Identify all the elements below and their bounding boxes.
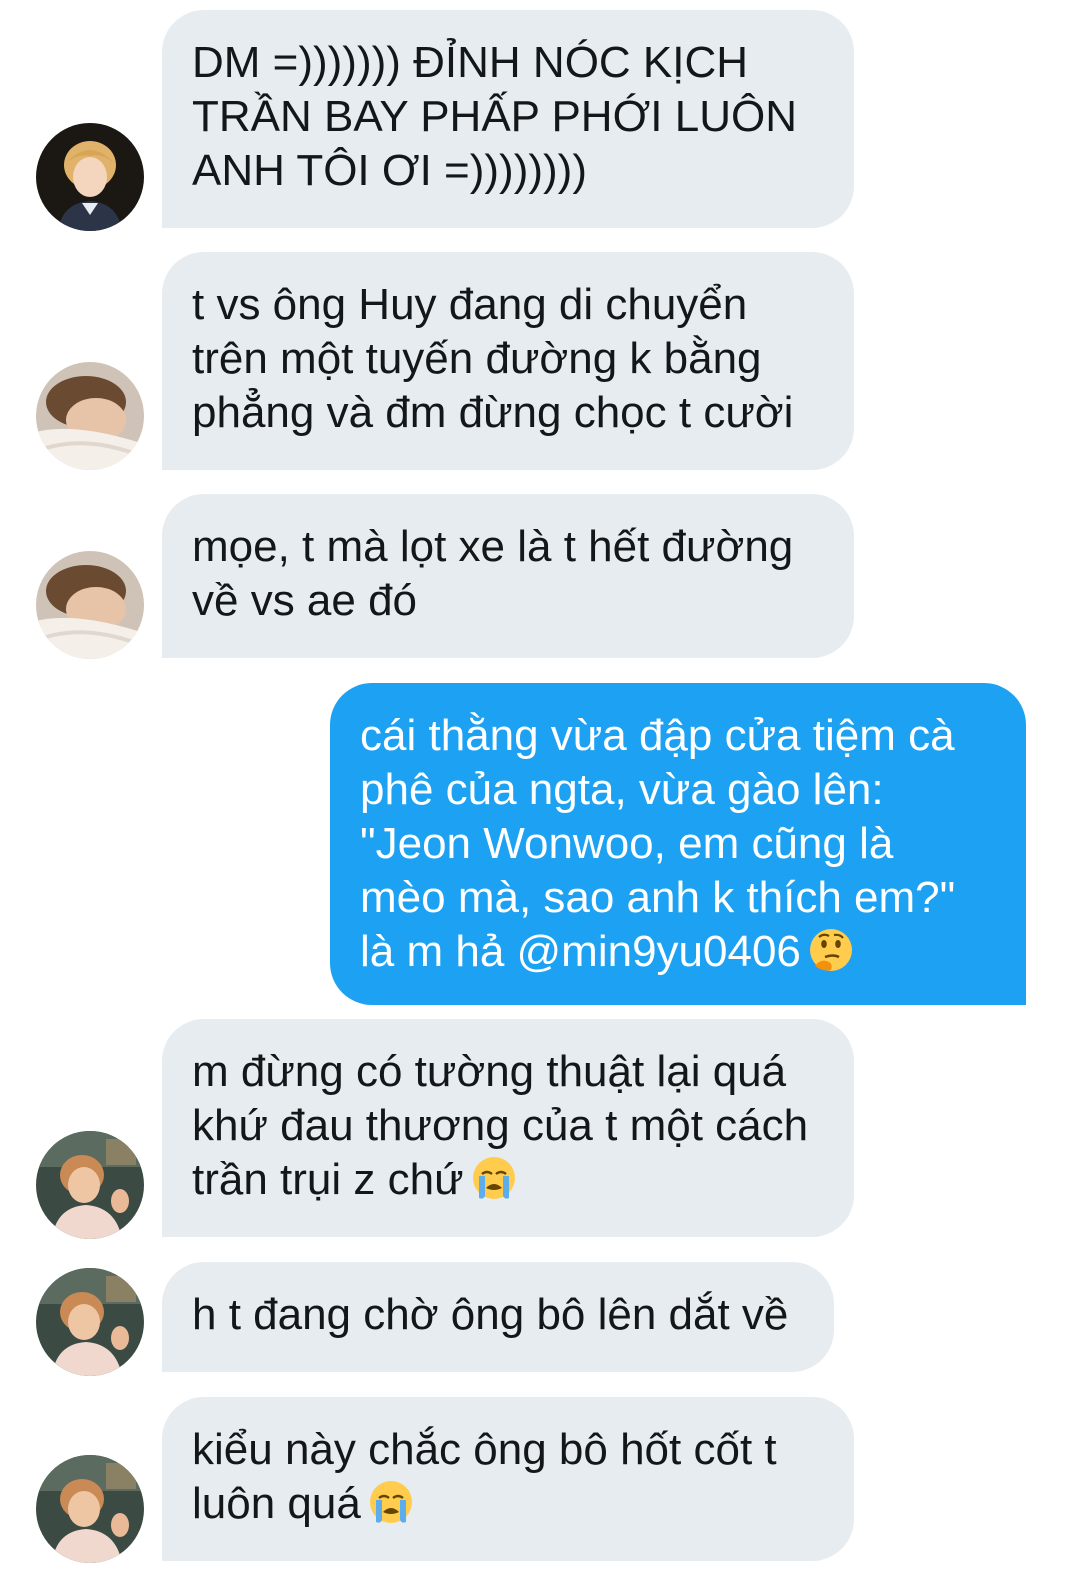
avatar[interactable] xyxy=(36,123,144,231)
avatar[interactable] xyxy=(36,551,144,659)
avatar-boy-blonde-icon xyxy=(36,123,144,231)
avatar-selfie-icon xyxy=(36,1268,144,1376)
message-text: DM =))))))) ĐỈNH NÓC KỊCH TRẦN BAY PHẤP … xyxy=(192,38,797,195)
message-bubble[interactable]: mọe, t mà lọt xe là t hết đường về vs ae… xyxy=(162,494,854,658)
avatar-selfie-icon xyxy=(36,1455,144,1563)
avatar[interactable] xyxy=(36,1455,144,1563)
avatar-sleeping-icon xyxy=(36,551,144,659)
message-text: kiểu này chắc ông bô hốt cốt t luôn quá xyxy=(192,1425,777,1528)
avatar[interactable] xyxy=(36,1268,144,1376)
avatar[interactable] xyxy=(36,1131,144,1239)
avatar-selfie-icon xyxy=(36,1131,144,1239)
conversation-thread: DM =))))))) ĐỈNH NÓC KỊCH TRẦN BAY PHẤP … xyxy=(0,0,1080,1596)
message-bubble[interactable]: m đừng có tường thuật lại quá khứ đau th… xyxy=(162,1019,854,1237)
message-text: cái thằng vừa đập cửa tiệm cà phê của ng… xyxy=(360,711,956,976)
message-text: h t đang chờ ông bô lên dắt về xyxy=(192,1290,789,1339)
message-bubble[interactable]: h t đang chờ ông bô lên dắt về xyxy=(162,1262,834,1372)
crying-face-emoji xyxy=(367,1478,415,1526)
avatar-sleeping-icon xyxy=(36,362,144,470)
message-bubble[interactable]: kiểu này chắc ông bô hốt cốt t luôn quá xyxy=(162,1397,854,1561)
message-bubble[interactable]: DM =))))))) ĐỈNH NÓC KỊCH TRẦN BAY PHẤP … xyxy=(162,10,854,228)
avatar[interactable] xyxy=(36,362,144,470)
message-text: t vs ông Huy đang di chuyển trên một tuy… xyxy=(192,280,794,437)
message-bubble[interactable]: cái thằng vừa đập cửa tiệm cà phê của ng… xyxy=(330,683,1026,1005)
crying-face-emoji xyxy=(470,1154,518,1202)
message-text: mọe, t mà lọt xe là t hết đường về vs ae… xyxy=(192,522,794,625)
message-bubble[interactable]: t vs ông Huy đang di chuyển trên một tuy… xyxy=(162,252,854,470)
thinking-face-emoji xyxy=(807,926,855,974)
